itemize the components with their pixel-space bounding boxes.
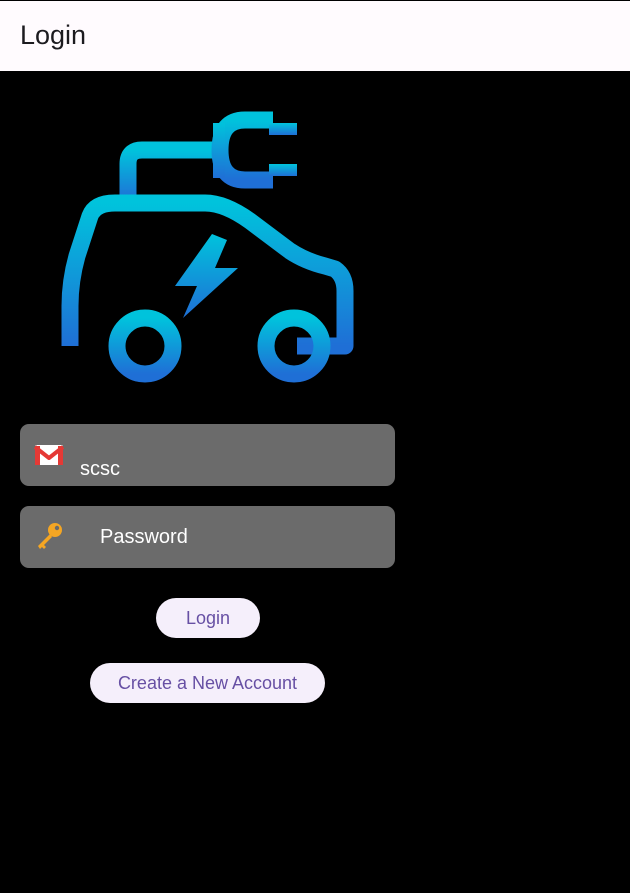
- password-field[interactable]: [20, 506, 395, 568]
- email-field[interactable]: [20, 424, 395, 486]
- login-screen: Login scsc Login Create a New Account: [0, 0, 630, 893]
- page-title: Login: [20, 20, 87, 50]
- create-account-button[interactable]: Create a New Account: [90, 663, 325, 703]
- login-button[interactable]: Login: [156, 598, 260, 638]
- electric-car-plug-icon: [55, 106, 365, 391]
- gmail-icon: [33, 439, 65, 471]
- app-bar: Login: [0, 0, 630, 71]
- password-input[interactable]: [100, 523, 380, 551]
- email-input[interactable]: [80, 456, 380, 482]
- key-icon: [33, 521, 65, 553]
